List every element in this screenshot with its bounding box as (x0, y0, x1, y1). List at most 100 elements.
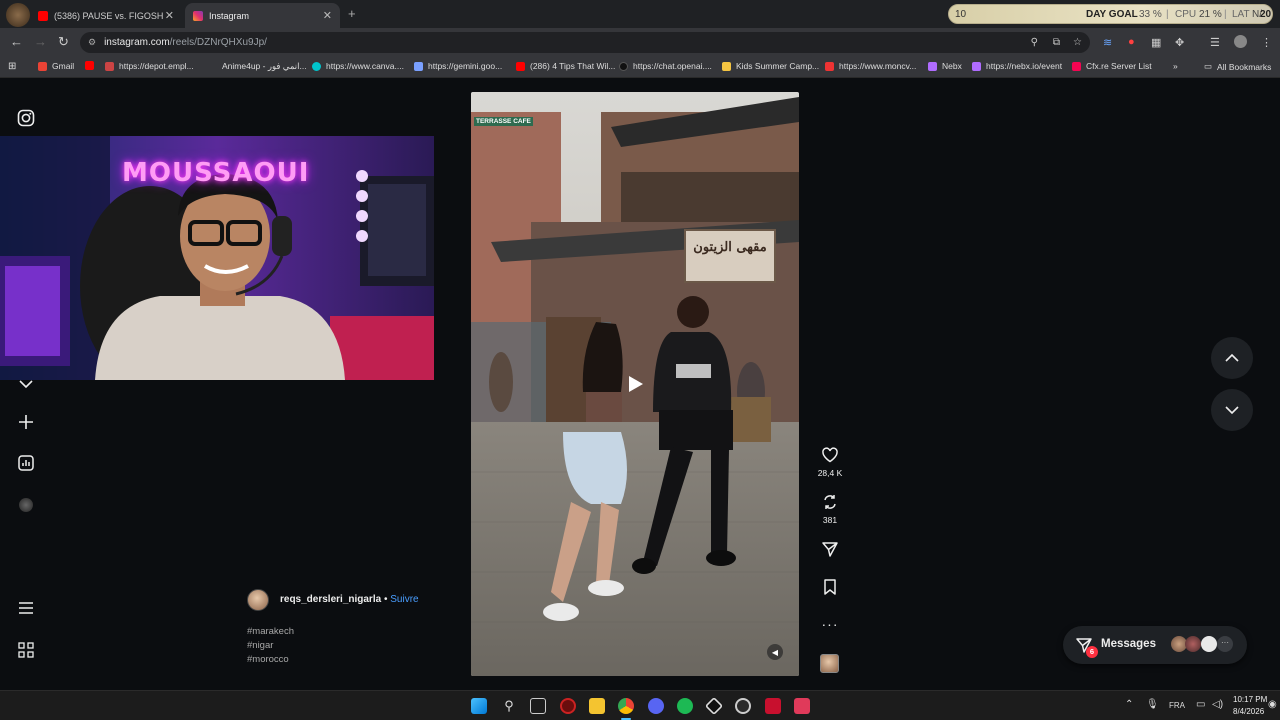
cafe-sign-arabic: مقهى الزيتون (693, 240, 767, 255)
close-icon[interactable]: ✕ (165, 9, 174, 22)
bookmark-depot[interactable]: https://depot.empl... (105, 61, 194, 71)
next-reel-button[interactable] (1211, 389, 1253, 431)
profile-avatar-small[interactable] (16, 495, 36, 515)
tab-instagram[interactable]: Instagram ✕ (185, 3, 340, 28)
reading-list-icon[interactable]: ☰ (1210, 36, 1220, 49)
more-options-button[interactable]: ··· (812, 616, 848, 632)
task-view-icon[interactable] (530, 698, 546, 714)
bookmark-canva[interactable]: https://www.canva.... (312, 61, 404, 71)
page-icon (105, 61, 114, 71)
reel-video[interactable]: مقهى الزيتون TERRASSE CAFE ◀ (471, 92, 799, 676)
right-number: 20 (1260, 9, 1272, 20)
bookmark-label: All Bookmarks (1217, 61, 1272, 72)
previous-reel-button[interactable] (1211, 337, 1253, 379)
notification-icon[interactable]: ◉ (1268, 699, 1277, 710)
share-button[interactable] (812, 540, 848, 560)
apps-grid-icon[interactable]: ⊞ (8, 61, 16, 72)
bookmark-video[interactable]: (286) 4 Tips That Wil... (516, 61, 615, 71)
hashtag-nigar[interactable]: #nigar (247, 640, 273, 651)
discord-icon[interactable] (648, 698, 664, 714)
youtube-icon (38, 10, 48, 21)
reload-icon[interactable]: ↻ (58, 34, 69, 50)
bookmark-gemini[interactable]: https://gemini.goo... (414, 61, 502, 71)
hashtag-marakech[interactable]: #marakech (247, 626, 294, 637)
bookmark-anime4up[interactable]: Anime4up - انمي فور... (222, 61, 307, 72)
clock-time[interactable]: 10:17 PM (1233, 695, 1267, 704)
extension-grid-icon[interactable]: ▦ (1151, 36, 1161, 49)
extension-record-icon[interactable]: ● (1128, 36, 1135, 48)
messages-button[interactable]: 6 Messages ··· (1063, 626, 1247, 664)
divider: | (1224, 9, 1227, 20)
instagram-logo-icon[interactable] (16, 108, 36, 128)
close-icon[interactable]: ✕ (323, 9, 332, 22)
volume-icon[interactable]: ◁) (1212, 699, 1223, 710)
more-bookmarks-icon[interactable]: » (1173, 61, 1178, 71)
avatar (1201, 636, 1217, 652)
bookmark-kids-camp[interactable]: Kids Summer Camp... (722, 61, 819, 71)
author-avatar[interactable] (247, 589, 269, 611)
menu-hamburger-icon[interactable] (16, 598, 36, 618)
profile-avatar[interactable] (6, 3, 30, 27)
save-button[interactable] (812, 578, 848, 598)
language-indicator[interactable]: FRA (1169, 701, 1185, 710)
back-icon[interactable]: ← (10, 34, 23, 49)
all-bookmarks[interactable]: ▭ All Bookmarks (1204, 61, 1271, 72)
tab-label: Instagram (209, 10, 250, 21)
volume-icon[interactable]: ◀ (767, 644, 783, 660)
bookmark-moncv[interactable]: https://www.moncv... (825, 61, 916, 71)
new-tab-button[interactable]: + (348, 6, 356, 21)
clock-date[interactable]: 8/4/2026 (1233, 707, 1264, 716)
dashboard-icon[interactable] (16, 453, 36, 473)
app-icon-diamond[interactable] (704, 696, 724, 716)
bookmark-youtube[interactable] (85, 61, 99, 70)
goal-percent: 33 % (1139, 9, 1162, 20)
more-apps-icon[interactable] (16, 640, 36, 660)
like-button[interactable]: 28,4 K (812, 446, 848, 478)
profile-icon[interactable] (1234, 35, 1247, 48)
repost-button[interactable]: 381 (812, 493, 848, 525)
bookmark-label: Anime4up - انمي فور... (222, 61, 307, 71)
openai-icon (619, 61, 628, 71)
tab-youtube[interactable]: (5386) PAUSE vs. FIGOSHIN com ✕ (30, 3, 182, 28)
chrome-icon[interactable] (618, 698, 634, 714)
microphone-icon[interactable]: 🎙 (1146, 699, 1159, 710)
bookmark-nebx[interactable]: Nebx (928, 61, 962, 71)
zoom-icon[interactable]: ⚲ (1031, 37, 1038, 48)
forward-icon[interactable]: → (34, 34, 47, 49)
extensions-puzzle-icon[interactable]: ✥ (1175, 36, 1184, 49)
obs-icon[interactable] (735, 698, 751, 714)
bookmark-star-icon[interactable]: ☆ (1073, 37, 1082, 48)
send-icon (822, 542, 838, 557)
terrasse-cafe-sign: TERRASSE CAFE (474, 117, 533, 126)
network-icon[interactable]: ▭ (1196, 699, 1205, 710)
app-icon-mail[interactable] (765, 698, 781, 714)
app-icon-v[interactable] (794, 698, 810, 714)
extension-wave-icon[interactable]: ≋ (1103, 36, 1112, 49)
search-icon[interactable]: ⚲ (501, 698, 517, 714)
bookmark-nebx-event[interactable]: https://nebx.io/event (972, 61, 1062, 71)
install-icon[interactable]: ⧉ (1053, 37, 1060, 48)
moncv-icon (825, 61, 834, 71)
follow-button[interactable]: Suivre (390, 594, 418, 605)
create-plus-icon[interactable] (16, 412, 36, 432)
hashtag-morocco[interactable]: #morocco (247, 654, 289, 665)
bookmark-icon (824, 579, 836, 595)
play-icon[interactable] (621, 370, 649, 398)
bookmark-gmail[interactable]: Gmail (38, 61, 74, 71)
menu-kebab-icon[interactable]: ⋮ (1261, 36, 1272, 49)
spotify-icon[interactable] (677, 698, 693, 714)
bookmark-label: https://depot.empl... (119, 61, 194, 71)
gemini-icon (414, 61, 423, 71)
bookmark-label: Kids Summer Camp... (736, 61, 820, 71)
audio-thumbnail[interactable] (820, 654, 839, 673)
bookmark-chatgpt[interactable]: https://chat.openai.... (619, 61, 712, 71)
bookmark-cfx[interactable]: Cfx.re Server List (1072, 61, 1152, 71)
bookmarks-bar: ⊞ Gmail https://depot.empl... Anime4up -… (0, 56, 1280, 78)
site-info-icon[interactable]: ⚙ (88, 37, 96, 48)
app-icon-red[interactable] (560, 698, 576, 714)
address-bar[interactable]: ⚙ instagram.com/reels/DZNrQHXu9Jp/ ⚲ ⧉ ☆ (80, 32, 1090, 53)
windows-start-icon[interactable] (471, 698, 487, 714)
author-username[interactable]: reqs_dersleri_nigarla (280, 594, 381, 605)
file-explorer-icon[interactable] (589, 698, 605, 714)
tray-chevron-icon[interactable]: ⌃ (1125, 699, 1133, 710)
